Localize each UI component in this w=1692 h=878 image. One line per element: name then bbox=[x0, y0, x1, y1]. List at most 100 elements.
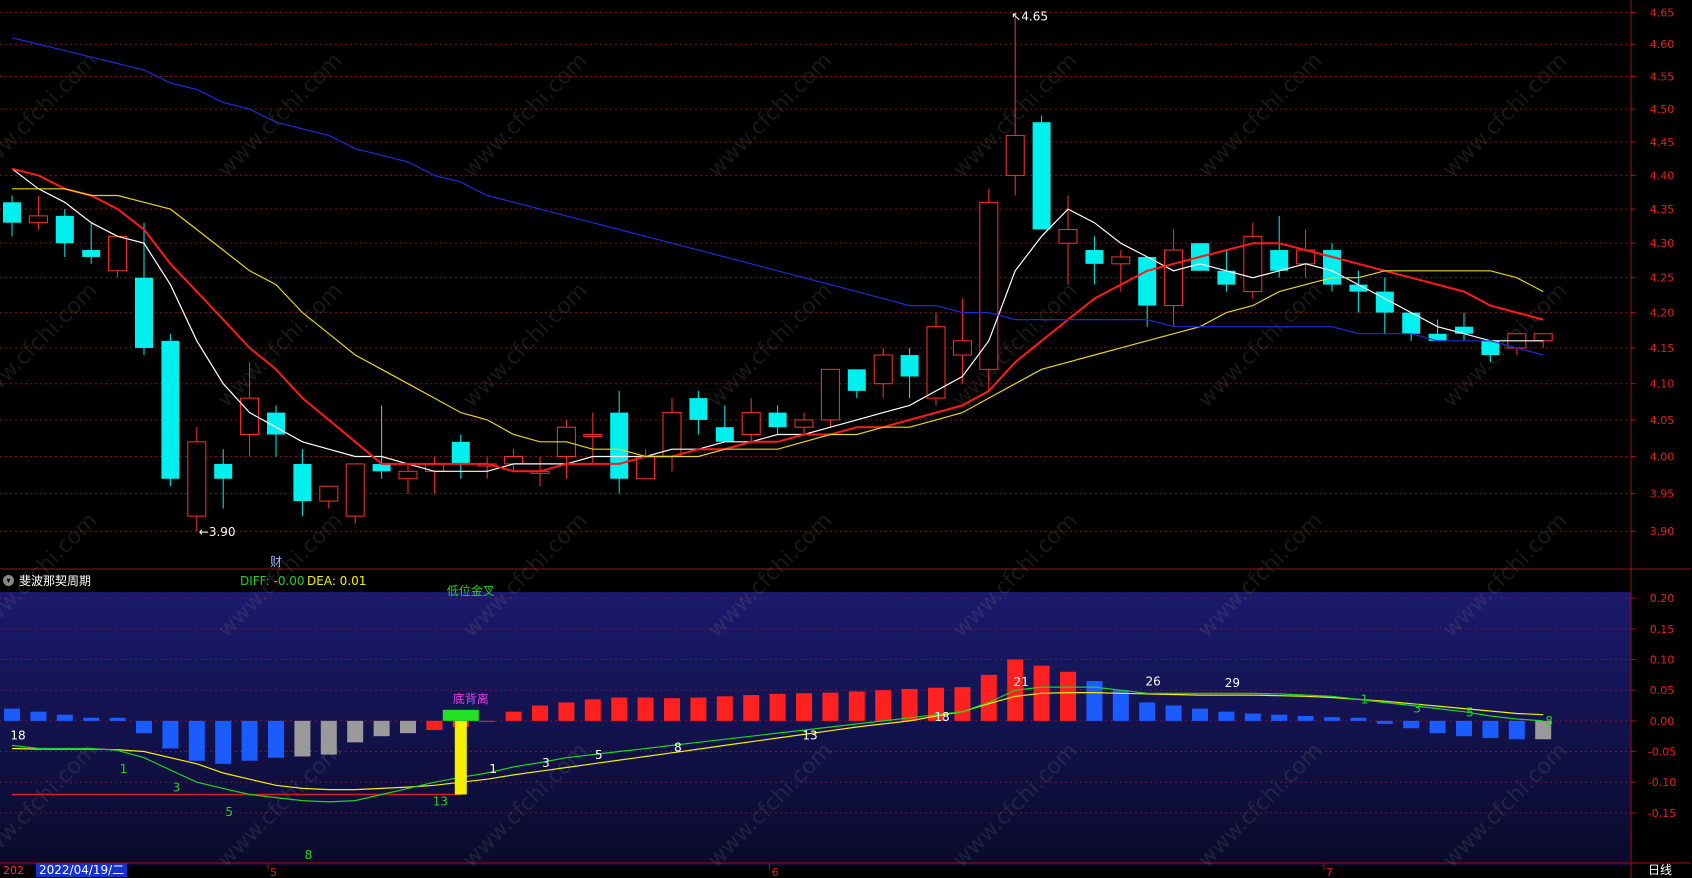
candle[interactable] bbox=[556, 419, 576, 479]
fibonacci-count-label: 13 bbox=[802, 728, 817, 742]
candle-body bbox=[451, 441, 470, 464]
candle[interactable] bbox=[319, 485, 339, 509]
y-tick-label: 4.55 bbox=[1650, 70, 1675, 83]
candle[interactable] bbox=[1243, 222, 1263, 299]
y-tick-label: -0.05 bbox=[1648, 746, 1676, 759]
candle[interactable] bbox=[636, 449, 656, 480]
macd-bar bbox=[664, 698, 680, 721]
macd-bar bbox=[1060, 671, 1076, 721]
macd-bar bbox=[505, 711, 522, 721]
fibonacci-count-label: 1 bbox=[120, 762, 128, 776]
fibonacci-count-label: 1 bbox=[1361, 693, 1369, 707]
macd-bar bbox=[769, 693, 786, 721]
y-tick-label: 0.15 bbox=[1650, 623, 1675, 636]
month-label: 6 bbox=[772, 866, 779, 878]
indicator-title[interactable]: 斐波那契周期 bbox=[19, 571, 91, 591]
candle[interactable] bbox=[662, 398, 682, 472]
candle[interactable] bbox=[768, 405, 787, 435]
candle[interactable] bbox=[1402, 312, 1421, 341]
stock-chart[interactable]: 4.65 4.60 4.55 4.50 4.45 4.40 4.35 4.30 4.25 4.20… bbox=[0, 0, 1692, 878]
candle[interactable] bbox=[900, 347, 919, 399]
candle[interactable] bbox=[398, 463, 418, 494]
candle-body bbox=[1164, 249, 1184, 307]
selected-date[interactable]: 2022/04/19/二 bbox=[36, 863, 128, 877]
watermark-text: www.cfchi.com bbox=[213, 278, 347, 412]
macd-bar bbox=[611, 697, 628, 721]
candle[interactable] bbox=[1455, 312, 1473, 341]
y-tick-label: 4.45 bbox=[1650, 136, 1675, 149]
candle[interactable] bbox=[1032, 115, 1051, 230]
macd-bar bbox=[1112, 690, 1129, 721]
low-price-label: ←3.90 bbox=[199, 525, 236, 539]
candle[interactable] bbox=[451, 434, 470, 479]
macd-bar bbox=[347, 720, 364, 743]
macd-bar bbox=[532, 705, 548, 721]
candle-body bbox=[1032, 122, 1051, 230]
candle[interactable] bbox=[477, 456, 497, 479]
macd-bar bbox=[373, 720, 390, 737]
candle[interactable] bbox=[979, 188, 999, 391]
candle[interactable] bbox=[372, 405, 391, 479]
y-tick-label: -0.15 bbox=[1648, 807, 1676, 820]
candle-body bbox=[794, 419, 814, 428]
candle[interactable] bbox=[108, 235, 128, 278]
candle[interactable] bbox=[28, 195, 48, 230]
candle[interactable] bbox=[504, 449, 524, 472]
fibonacci-count-label: 3 bbox=[542, 756, 550, 770]
candle[interactable] bbox=[847, 369, 866, 399]
candle[interactable] bbox=[3, 195, 21, 237]
macd-bar bbox=[294, 720, 311, 757]
macd-bar bbox=[426, 720, 443, 731]
candle-body bbox=[1138, 256, 1157, 306]
macd-bar bbox=[690, 697, 707, 721]
watermark-text: www.cfchi.com bbox=[458, 48, 592, 182]
y-tick-label: 4.60 bbox=[1650, 38, 1675, 51]
fibonacci-count-label: 29 bbox=[1225, 676, 1240, 690]
candle[interactable] bbox=[873, 347, 893, 399]
candle-body bbox=[768, 412, 787, 428]
candle[interactable] bbox=[820, 368, 840, 428]
candle[interactable] bbox=[424, 456, 444, 494]
month-label: 5 bbox=[270, 866, 277, 878]
candle-body bbox=[372, 463, 391, 472]
candle-body bbox=[1270, 250, 1289, 271]
macd-bar bbox=[241, 720, 258, 761]
macd-bar bbox=[4, 708, 20, 721]
candle[interactable] bbox=[741, 398, 761, 442]
candle[interactable] bbox=[214, 449, 233, 509]
chevron-down-icon[interactable]: ▾ bbox=[3, 575, 14, 586]
macd-bar bbox=[215, 720, 232, 764]
fibonacci-count-label: 18 bbox=[10, 728, 25, 742]
y-tick-label: 4.30 bbox=[1650, 237, 1675, 250]
candle[interactable] bbox=[1375, 277, 1394, 334]
macd-bar bbox=[1482, 720, 1499, 739]
macd-bar bbox=[637, 697, 654, 721]
candle[interactable] bbox=[55, 209, 74, 257]
fibonacci-count-label: 3 bbox=[173, 780, 181, 794]
macd-bar bbox=[1297, 715, 1314, 721]
y-tick-label: 4.40 bbox=[1650, 169, 1675, 182]
candle-body bbox=[610, 412, 629, 479]
candle-body bbox=[873, 354, 893, 385]
candle[interactable] bbox=[1164, 229, 1184, 327]
candle[interactable] bbox=[794, 412, 814, 435]
candle[interactable] bbox=[1323, 243, 1341, 292]
y-tick-label: 4.65 bbox=[1650, 6, 1675, 19]
watermark-text: www.cfchi.com bbox=[0, 278, 103, 412]
candle[interactable] bbox=[135, 222, 153, 356]
candle[interactable] bbox=[345, 463, 365, 524]
candle[interactable] bbox=[1270, 215, 1289, 278]
candle[interactable] bbox=[187, 427, 207, 532]
candle[interactable] bbox=[293, 449, 312, 517]
candle[interactable] bbox=[1349, 270, 1368, 313]
fibonacci-count-label: 1 bbox=[489, 762, 497, 776]
candle[interactable] bbox=[161, 333, 180, 487]
macd-bar bbox=[1403, 720, 1420, 729]
candle[interactable] bbox=[610, 390, 629, 494]
candle-body bbox=[900, 355, 919, 377]
candle[interactable] bbox=[82, 222, 101, 264]
y-tick-label: 0.10 bbox=[1650, 654, 1675, 667]
candle[interactable] bbox=[1296, 229, 1316, 278]
candle[interactable] bbox=[1138, 256, 1157, 327]
period-label[interactable]: 日线 bbox=[1648, 863, 1672, 877]
